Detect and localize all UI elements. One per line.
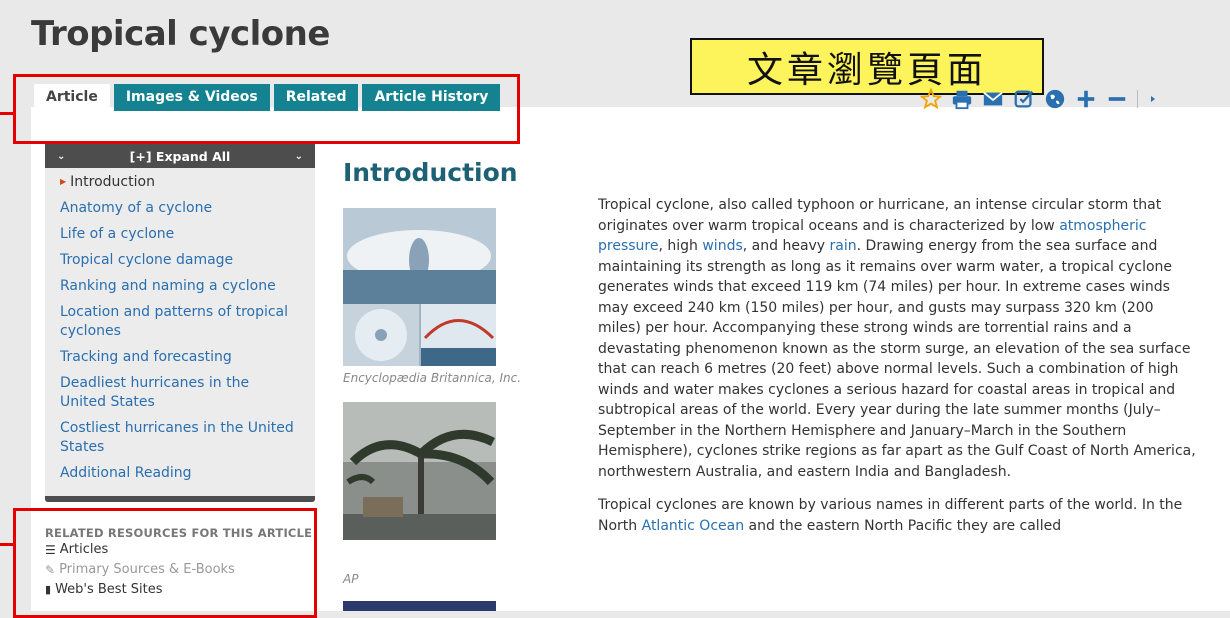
toc-item[interactable]: Location and patterns of tropical cyclon…	[60, 303, 315, 341]
paragraph-text: , high	[658, 238, 703, 254]
article-toolbar	[920, 88, 1158, 110]
section-title: Introduction	[343, 158, 518, 187]
bookmark-icon: ▮	[45, 583, 52, 596]
link-rain[interactable]: rain	[830, 238, 857, 254]
link-winds[interactable]: winds	[702, 238, 742, 254]
paragraph: Tropical cyclone, also called typhoon or…	[598, 195, 1196, 482]
related-item-web-sites[interactable]: ▮ Web's Best Sites	[45, 580, 315, 600]
paragraph-text: . Drawing energy from the sea surface an…	[598, 238, 1196, 480]
paragraph: Tropical cyclones are known by various n…	[598, 495, 1196, 536]
toc-item[interactable]: Life of a cyclone	[60, 225, 315, 244]
toc-item[interactable]: Tropical cyclone damage	[60, 251, 315, 270]
toc-item[interactable]: Introduction	[60, 172, 315, 192]
related-heading: RELATED RESOURCES FOR THIS ARTICLE	[45, 526, 313, 540]
star-icon[interactable]	[920, 88, 942, 110]
list-icon: ☰	[45, 543, 56, 557]
related-item-label: Primary Sources & E-Books	[59, 562, 235, 577]
chevron-down-icon: ⌄	[294, 150, 303, 162]
zoom-in-icon[interactable]	[1075, 88, 1097, 110]
article-body: Tropical cyclone, also called typhoon or…	[598, 195, 1196, 549]
cyclone-diagram-image[interactable]	[343, 208, 496, 366]
edit-icon: ✎	[45, 563, 56, 577]
more-icon[interactable]	[1148, 88, 1158, 110]
storm-photo-image[interactable]	[343, 402, 496, 540]
paragraph-text: and the eastern North Pacific they are c…	[744, 517, 1062, 534]
chevron-down-icon: ⌄	[57, 150, 66, 162]
toc-item[interactable]: Additional Reading	[60, 464, 315, 483]
zoom-out-icon[interactable]	[1106, 88, 1128, 110]
toc-item[interactable]: Anatomy of a cyclone	[60, 199, 315, 218]
link-atlantic-ocean[interactable]: Atlantic Ocean	[642, 518, 744, 534]
email-icon[interactable]	[982, 88, 1004, 110]
divider	[1137, 90, 1138, 108]
related-item-articles[interactable]: ☰ Articles	[45, 540, 315, 560]
globe-icon[interactable]	[1044, 88, 1066, 110]
toc-item[interactable]: Deadliest hurricanes in the United State…	[60, 374, 315, 412]
cite-icon[interactable]	[1013, 88, 1035, 110]
image-caption: AP	[343, 572, 359, 586]
image-caption: Encyclopædia Britannica, Inc.	[343, 371, 522, 385]
toc-item[interactable]: Costliest hurricanes in the United State…	[60, 419, 315, 457]
tabs-highlight-pointer	[0, 112, 14, 115]
expand-all-label: [+] Expand All	[129, 148, 231, 164]
toc-item[interactable]: Tracking and forecasting	[60, 348, 315, 367]
related-resources: RELATED RESOURCES FOR THIS ARTICLE ☰ Art…	[45, 526, 315, 600]
table-of-contents: ⌄ [+] Expand All ⌄ Introduction Anatomy …	[45, 144, 315, 502]
page-title: Tropical cyclone	[31, 14, 330, 54]
paragraph-text: , and heavy	[742, 238, 830, 254]
toc-expand-all[interactable]: ⌄ [+] Expand All ⌄	[45, 144, 315, 168]
annotation-label: 文章瀏覽頁面	[690, 38, 1044, 95]
tabs-highlight-box	[13, 74, 520, 144]
article-image-partial[interactable]	[343, 601, 496, 611]
print-icon[interactable]	[951, 88, 973, 110]
toc-item[interactable]: Ranking and naming a cyclone	[60, 277, 315, 296]
related-item-label: Web's Best Sites	[55, 582, 163, 597]
related-highlight-pointer	[0, 543, 14, 546]
toc-footer-bar	[45, 496, 315, 502]
related-item-label: Articles	[59, 542, 109, 557]
related-item-primary-sources[interactable]: ✎ Primary Sources & E-Books	[45, 560, 315, 580]
